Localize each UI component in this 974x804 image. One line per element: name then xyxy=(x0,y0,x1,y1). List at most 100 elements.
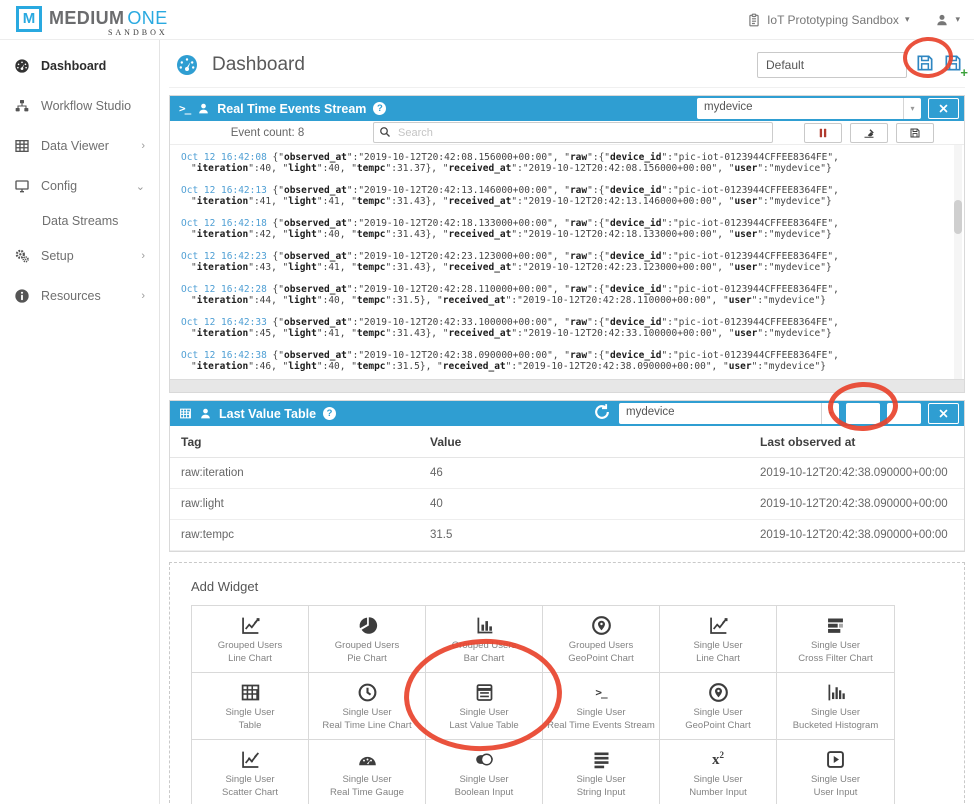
log-horizontal-scrollbar[interactable] xyxy=(170,379,964,392)
add-widget-single-user-string-input[interactable]: Single UserString Input xyxy=(543,740,660,804)
caret-down-icon: ▾ xyxy=(955,14,960,25)
sidebar-item-label: Workflow Studio xyxy=(41,99,131,113)
clipboard-icon xyxy=(747,13,761,27)
add-widget-single-user-scatter-chart[interactable]: Single UserScatter Chart xyxy=(192,740,309,804)
main-content: Dashboard + >_ Real Time Events Stream ? xyxy=(160,40,974,804)
sidebar-item-data-streams[interactable]: Data Streams xyxy=(0,206,159,236)
sidebar-item-config[interactable]: Config⌄ xyxy=(0,166,159,206)
sidebar-item-data-viewer[interactable]: Data Viewer› xyxy=(0,126,159,166)
geopoint-icon xyxy=(708,682,729,703)
add-widget-single-user-last-value-table[interactable]: Single UserLast Value Table xyxy=(426,673,543,740)
setup-icon xyxy=(14,248,30,264)
stream-toolbar: Event count: 8 xyxy=(170,121,964,145)
save-dashboard-button[interactable] xyxy=(915,53,935,76)
search-icon xyxy=(379,126,391,138)
sidebar-item-setup[interactable]: Setup› xyxy=(0,236,159,276)
pause-icon xyxy=(817,127,829,139)
line-chart-icon xyxy=(240,615,261,636)
cell-value: 40 xyxy=(419,489,749,520)
widget-grid: Grouped UsersLine ChartGrouped UsersPie … xyxy=(191,605,895,804)
save-icon xyxy=(898,407,911,420)
data-viewer-icon xyxy=(14,138,30,154)
string-input-icon xyxy=(591,749,612,770)
add-widget-single-user-real-time-gauge[interactable]: Single UserReal Time Gauge xyxy=(309,740,426,804)
brand-subtitle: SANDBOX xyxy=(49,29,168,37)
add-widget-title: Add Widget xyxy=(191,579,964,594)
add-widget-single-user-boolean-input[interactable]: Single UserBoolean Input xyxy=(426,740,543,804)
log-entry: Oct 12 16:42:38 {"observed_at":"2019-10-… xyxy=(181,350,946,372)
help-icon[interactable]: ? xyxy=(373,102,386,115)
user-menu[interactable]: ▾ xyxy=(935,13,960,27)
event-log[interactable]: Oct 12 16:42:08 {"observed_at":"2019-10-… xyxy=(170,145,964,379)
column-header-tag: Tag xyxy=(170,426,419,458)
refresh-button[interactable] xyxy=(592,402,612,425)
lvt-device-select[interactable]: mydevice ▾ xyxy=(619,403,839,424)
workspace-selector[interactable]: IoT Prototyping Sandbox ▾ xyxy=(747,13,909,27)
lvt-settings-button[interactable] xyxy=(846,403,880,424)
log-timestamp: Oct 12 16:42:18 xyxy=(181,218,267,229)
log-timestamp: Oct 12 16:42:08 xyxy=(181,152,267,163)
cell-last-observed: 2019-10-12T20:42:38.090000+00:00 xyxy=(749,489,964,520)
add-widget-single-user-bucketed-histogram[interactable]: Single UserBucketed Histogram xyxy=(777,673,894,740)
sidebar-item-resources[interactable]: Resources› xyxy=(0,276,159,316)
log-scrollbar[interactable] xyxy=(954,145,962,379)
add-widget-grouped-users-pie-chart[interactable]: Grouped UsersPie Chart xyxy=(309,606,426,673)
chevron-right-icon: › xyxy=(141,140,145,152)
pie-chart-icon xyxy=(357,615,378,636)
geopoint-icon xyxy=(591,615,612,636)
add-widget-single-user-line-chart[interactable]: Single UserLine Chart xyxy=(660,606,777,673)
sidebar-item-label: Dashboard xyxy=(41,59,106,73)
log-entry: Oct 12 16:42:23 {"observed_at":"2019-10-… xyxy=(181,251,946,273)
pause-stream-button[interactable] xyxy=(804,123,842,143)
last-value-table-icon xyxy=(474,682,495,703)
brand-name: MEDIUMONE xyxy=(49,9,168,27)
config-icon xyxy=(14,178,30,194)
save-as-new-dashboard-button[interactable]: + xyxy=(943,53,963,76)
scatter-chart-icon xyxy=(240,749,261,770)
export-stream-button[interactable] xyxy=(896,123,934,143)
caret-down-icon: ▾ xyxy=(903,98,921,119)
sidebar-item-dashboard[interactable]: Dashboard xyxy=(0,46,159,86)
lvt-close-button[interactable] xyxy=(928,403,959,424)
add-widget-single-user-real-time-line-chart[interactable]: Single UserReal Time Line Chart xyxy=(309,673,426,740)
cell-value: 31.5 xyxy=(419,520,749,551)
add-widget-single-user-user-input[interactable]: Single UserUser Input xyxy=(777,740,894,804)
caret-down-icon: ▾ xyxy=(821,403,839,424)
log-timestamp: Oct 12 16:42:13 xyxy=(181,185,267,196)
lvt-save-button[interactable] xyxy=(887,403,921,424)
last-value-table-widget: Last Value Table ? mydevice ▾ xyxy=(169,400,965,552)
add-widget-single-user-geopoint-chart[interactable]: Single UserGeoPoint Chart xyxy=(660,673,777,740)
add-widget-single-user-real-time-events-stream[interactable]: >_Single UserReal Time Events Stream xyxy=(543,673,660,740)
add-widget-single-user-number-input[interactable]: x2Single UserNumber Input xyxy=(660,740,777,804)
caret-down-icon: ▾ xyxy=(905,14,910,25)
save-icon xyxy=(909,127,921,139)
column-header-last-observed: Last observed at xyxy=(749,426,964,458)
add-widget-single-user-cross-filter-chart[interactable]: Single UserCross Filter Chart xyxy=(777,606,894,673)
last-value-table: Tag Value Last observed at raw:iteration… xyxy=(170,426,964,551)
sidebar: Dashboard Workflow Studio Data Viewer›Conf… xyxy=(0,40,160,804)
chevron-right-icon: › xyxy=(141,290,145,302)
add-widget-single-user-table[interactable]: Single UserTable xyxy=(192,673,309,740)
stream-device-select[interactable]: mydevice ▾ xyxy=(697,98,921,119)
add-widget-grouped-users-bar-chart[interactable]: Grouped UsersBar Chart xyxy=(426,606,543,673)
sidebar-item-label: Data Streams xyxy=(42,214,118,228)
stream-search-input[interactable] xyxy=(373,122,773,143)
add-widget-grouped-users-geopoint-chart[interactable]: Grouped UsersGeoPoint Chart xyxy=(543,606,660,673)
stream-close-button[interactable] xyxy=(928,98,959,119)
terminal-icon: >_ xyxy=(591,682,612,703)
cell-value: 46 xyxy=(419,458,749,489)
dashboard-name-input[interactable] xyxy=(757,52,907,78)
clear-stream-button[interactable] xyxy=(850,123,888,143)
log-timestamp: Oct 12 16:42:38 xyxy=(181,350,267,361)
sidebar-item-workflow-studio[interactable]: Workflow Studio xyxy=(0,86,159,126)
help-icon[interactable]: ? xyxy=(323,407,336,420)
log-entry: Oct 12 16:42:33 {"observed_at":"2019-10-… xyxy=(181,317,946,339)
chevron-right-icon: › xyxy=(141,250,145,262)
column-header-value: Value xyxy=(419,426,749,458)
cross-filter-icon xyxy=(825,615,846,636)
add-widget-grouped-users-line-chart[interactable]: Grouped UsersLine Chart xyxy=(192,606,309,673)
table-row: raw:iteration462019-10-12T20:42:38.09000… xyxy=(170,458,964,489)
log-scrollbar-thumb[interactable] xyxy=(954,200,962,234)
table-icon xyxy=(240,682,261,703)
single-user-icon xyxy=(199,407,212,420)
